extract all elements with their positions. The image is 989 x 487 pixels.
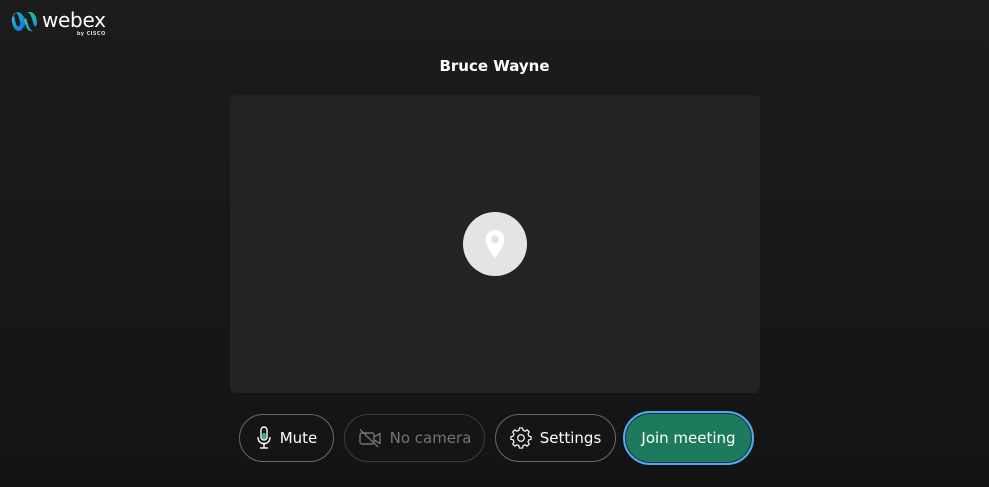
- webex-logo-icon: [11, 12, 37, 32]
- no-camera-label: No camera: [389, 429, 472, 447]
- join-meeting-label: Join meeting: [641, 429, 736, 447]
- camera-off-icon: [358, 428, 382, 448]
- avatar: [463, 212, 527, 276]
- mute-button[interactable]: Mute: [239, 414, 334, 462]
- settings-label: Settings: [539, 429, 602, 447]
- no-camera-button[interactable]: No camera: [344, 414, 485, 462]
- join-meeting-button[interactable]: Join meeting: [623, 411, 754, 465]
- logo-byline: by CISCO: [76, 31, 106, 37]
- gear-icon: [510, 427, 532, 449]
- user-display-name: Bruce Wayne: [439, 57, 550, 75]
- microphone-icon: [256, 426, 272, 450]
- location-pin-icon: [485, 230, 505, 258]
- logo-wordmark: webex: [42, 8, 106, 32]
- video-preview: [230, 95, 760, 393]
- settings-button[interactable]: Settings: [495, 414, 616, 462]
- webex-prejoin-screen: webex by CISCO Bruce Wayne Mute No camer…: [0, 0, 989, 487]
- mute-label: Mute: [279, 429, 318, 447]
- webex-logo: webex by CISCO: [11, 8, 106, 37]
